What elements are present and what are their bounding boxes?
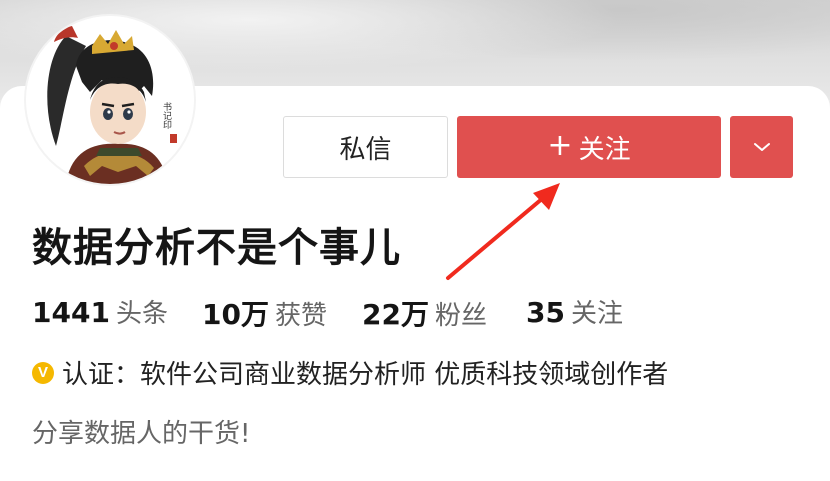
stat-label: 获赞 xyxy=(274,301,327,331)
svg-text:书记印: 书记印 xyxy=(161,102,172,130)
stat-value: 22万 xyxy=(362,298,429,331)
stat-following[interactable]: 35 关注 xyxy=(526,293,623,330)
stat-articles[interactable]: 1441 头条 xyxy=(32,293,168,330)
more-options-button[interactable] xyxy=(730,116,793,178)
stat-value: 35 xyxy=(526,296,565,329)
chevron-down-icon xyxy=(753,143,770,151)
avatar[interactable]: 书记印 xyxy=(26,16,194,184)
stat-label: 粉丝 xyxy=(434,301,487,331)
avatar-illustration: 书记印 xyxy=(26,16,194,184)
stat-likes[interactable]: 10万 获赞 xyxy=(202,293,327,333)
follow-button[interactable]: + 关注 xyxy=(457,116,721,178)
verification-line: V 认证：软件公司商业数据分析师 优质科技领域创作者 xyxy=(32,354,668,391)
stat-label: 关注 xyxy=(570,299,623,329)
verified-badge-icon: V xyxy=(32,361,54,384)
verification-text: 认证：软件公司商业数据分析师 优质科技领域创作者 xyxy=(62,360,669,390)
profile-bio: 分享数据人的干货! xyxy=(32,419,251,449)
stat-followers[interactable]: 22万 粉丝 xyxy=(362,293,487,333)
message-button-label: 私信 xyxy=(339,134,392,165)
stat-label: 头条 xyxy=(115,299,168,329)
message-button[interactable]: 私信 xyxy=(283,116,448,178)
stat-value: 1441 xyxy=(32,296,110,329)
stat-value: 10万 xyxy=(202,298,269,331)
plus-icon: + xyxy=(547,127,573,163)
follow-button-label: 关注 xyxy=(578,134,631,165)
profile-name: 数据分析不是个事儿 xyxy=(32,225,401,271)
